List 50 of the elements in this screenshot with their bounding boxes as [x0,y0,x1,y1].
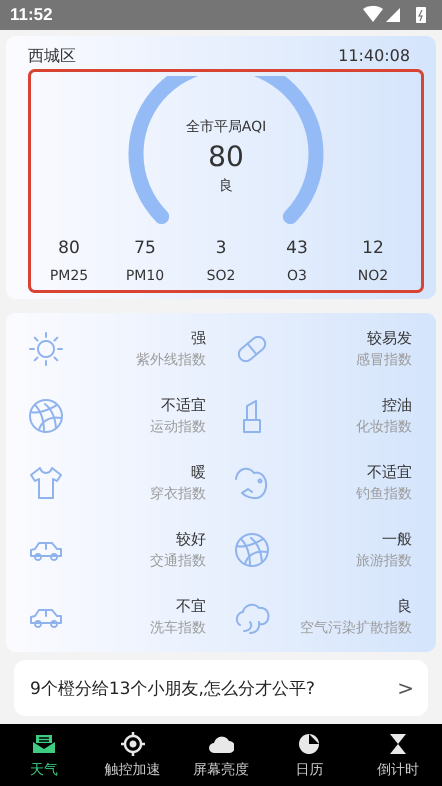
index-value: 不宜 [176,596,206,616]
sun-icon [28,330,64,366]
index-label: 感冒指数 [356,350,412,368]
question-text: 9个橙分给13个小朋友,怎么分才公平? [30,678,315,700]
index-value: 较好 [176,530,206,548]
index-label: 紫外线指数 [136,350,206,368]
target-icon [120,731,146,757]
pollutant-value: 3 [216,238,226,258]
index-value: 控油 [382,396,412,414]
pollutant-name: NO2 [358,268,388,284]
update-time: 11:40:08 [338,46,410,67]
index-label: 旅游指数 [356,552,412,570]
index-value: 较易发 [367,328,412,348]
aqi-value: 80 [208,140,244,173]
nav-tab[interactable]: 日历 [265,724,354,786]
index-label: 洗车指数 [150,618,206,636]
nav-tab[interactable]: 天气 [0,724,88,786]
index-label: 穿衣指数 [150,484,206,502]
aqi-title: 全市平局AQI [186,118,266,136]
clock-time: 11:52 [10,5,53,25]
nav-tab[interactable]: 倒计时 [354,724,442,786]
pollutant-value: 43 [286,238,308,258]
nav-tab[interactable]: 屏幕亮度 [176,724,266,786]
index-value: 良 [397,596,412,616]
question-link[interactable]: 9个橙分给13个小朋友,怎么分才公平? > [14,660,428,716]
index-label: 运动指数 [150,418,206,436]
t-shirt-icon [28,464,64,500]
nav-tab[interactable]: 触控加速 [88,724,177,786]
pollutant-name: PM10 [126,268,164,284]
pollutant-name: SO2 [206,268,236,284]
aqi-grade: 良 [219,177,233,195]
basketball-icon [28,398,64,434]
pollutant-name: O3 [287,268,307,284]
chevron-icon: > [397,676,414,700]
pollutant-value: 75 [134,238,156,258]
index-value: 强 [191,328,206,348]
fish-icon [234,464,270,500]
index-value: 暖 [191,462,206,482]
pollutant-value: 80 [58,238,80,258]
index-value: 一般 [382,530,412,548]
district-name: 西城区 [28,46,76,67]
index-label: 空气污染扩散指数 [300,618,412,636]
basketball-icon [234,532,270,568]
index-value: 不适宜 [367,462,412,482]
index-label: 钓鱼指数 [356,484,412,502]
index-label: 交通指数 [150,552,206,570]
pollutant-value: 12 [362,238,384,258]
pollutant-name: PM25 [50,268,88,284]
index-value: 不适宜 [161,396,206,414]
index-label: 化妆指数 [356,418,412,436]
